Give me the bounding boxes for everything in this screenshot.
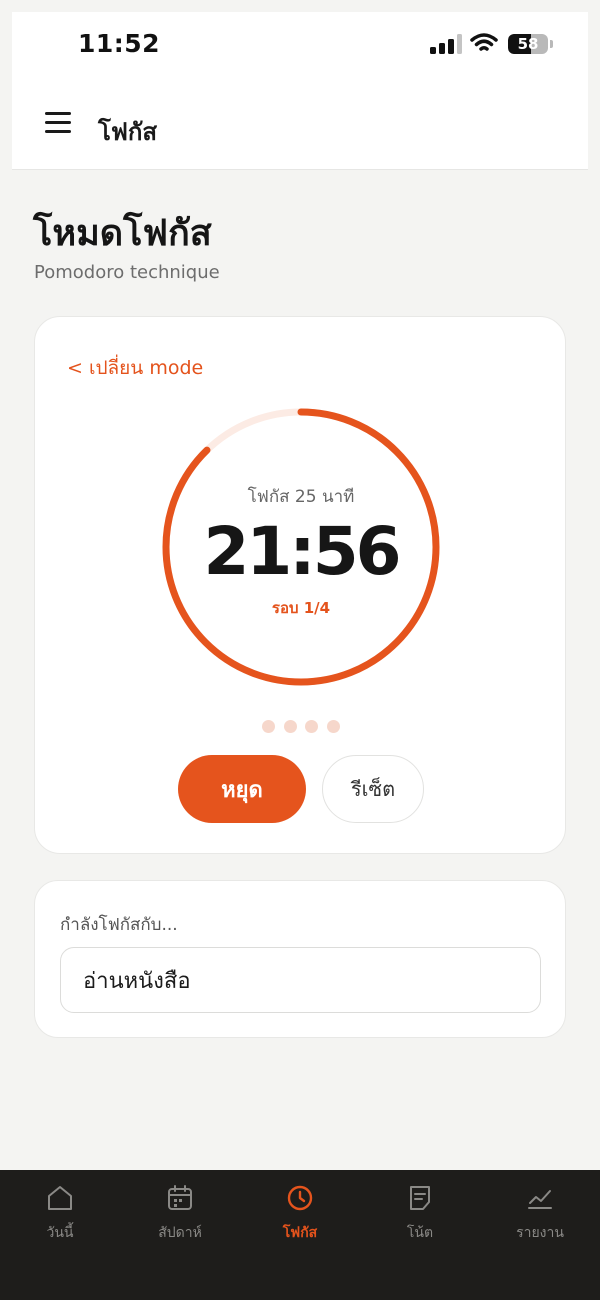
focus-task-label: กำลังโฟกัสกับ...: [60, 915, 178, 935]
tab-week[interactable]: สัปดาห์: [120, 1170, 240, 1256]
tab-label: โฟกัส: [282, 1225, 318, 1241]
bottom-tab-bar: วันนี้ สัปดาห์ โฟกัส โน้ต รายงาน: [0, 1170, 600, 1300]
session-dot: [326, 720, 340, 733]
menu-icon[interactable]: [45, 112, 71, 134]
tab-label: วันนี้: [46, 1225, 74, 1241]
timer-card: < เปลี่ยน mode โฟกัส 25 นาที 21:56 รอบ 1…: [34, 316, 566, 854]
page-subtitle: Pomodoro technique: [34, 262, 220, 283]
tab-label: สัปดาห์: [158, 1225, 202, 1241]
tab-reports[interactable]: รายงาน: [480, 1170, 600, 1256]
switch-mode-link[interactable]: < เปลี่ยน mode: [67, 353, 203, 383]
session-dot: [262, 720, 275, 733]
status-time: 11:52: [78, 29, 161, 58]
timer-countdown: 21:56: [203, 513, 401, 590]
focus-task-input[interactable]: [60, 947, 541, 1013]
wifi-icon: [470, 33, 498, 51]
session-dot: [283, 720, 297, 733]
battery-level: 58: [517, 35, 539, 53]
pause-button[interactable]: หยุด: [178, 755, 306, 823]
calendar-icon: [168, 1185, 192, 1210]
app-bar-title: โฟกัส: [98, 118, 158, 146]
battery-tip: [550, 40, 553, 48]
session-dot: [305, 720, 318, 733]
reset-button[interactable]: รีเซ็ต: [322, 755, 424, 823]
focus-task-card: กำลังโฟกัสกับ...: [34, 880, 566, 1038]
tab-label: โน้ต: [406, 1225, 434, 1241]
timer-mode-label: โฟกัส 25 นาที: [247, 487, 355, 507]
tab-notes[interactable]: โน้ต: [360, 1170, 480, 1256]
tab-label: รายงาน: [516, 1225, 564, 1241]
home-icon: [48, 1186, 72, 1210]
app-bar: โฟกัส: [12, 82, 588, 170]
cellular-signal-icon: [430, 34, 462, 54]
page-title: โหมดโฟกัส: [33, 213, 212, 254]
chart-icon: [528, 1190, 552, 1209]
battery-icon: 58: [508, 34, 548, 54]
tab-focus[interactable]: โฟกัส: [240, 1170, 360, 1256]
tab-today[interactable]: วันนี้: [0, 1170, 120, 1256]
clock-icon: [287, 1185, 313, 1211]
timer-round: รอบ 1/4: [271, 599, 331, 617]
note-icon: [410, 1186, 430, 1210]
status-bar: 11:52 58: [12, 12, 588, 82]
session-indicator: [262, 720, 342, 734]
